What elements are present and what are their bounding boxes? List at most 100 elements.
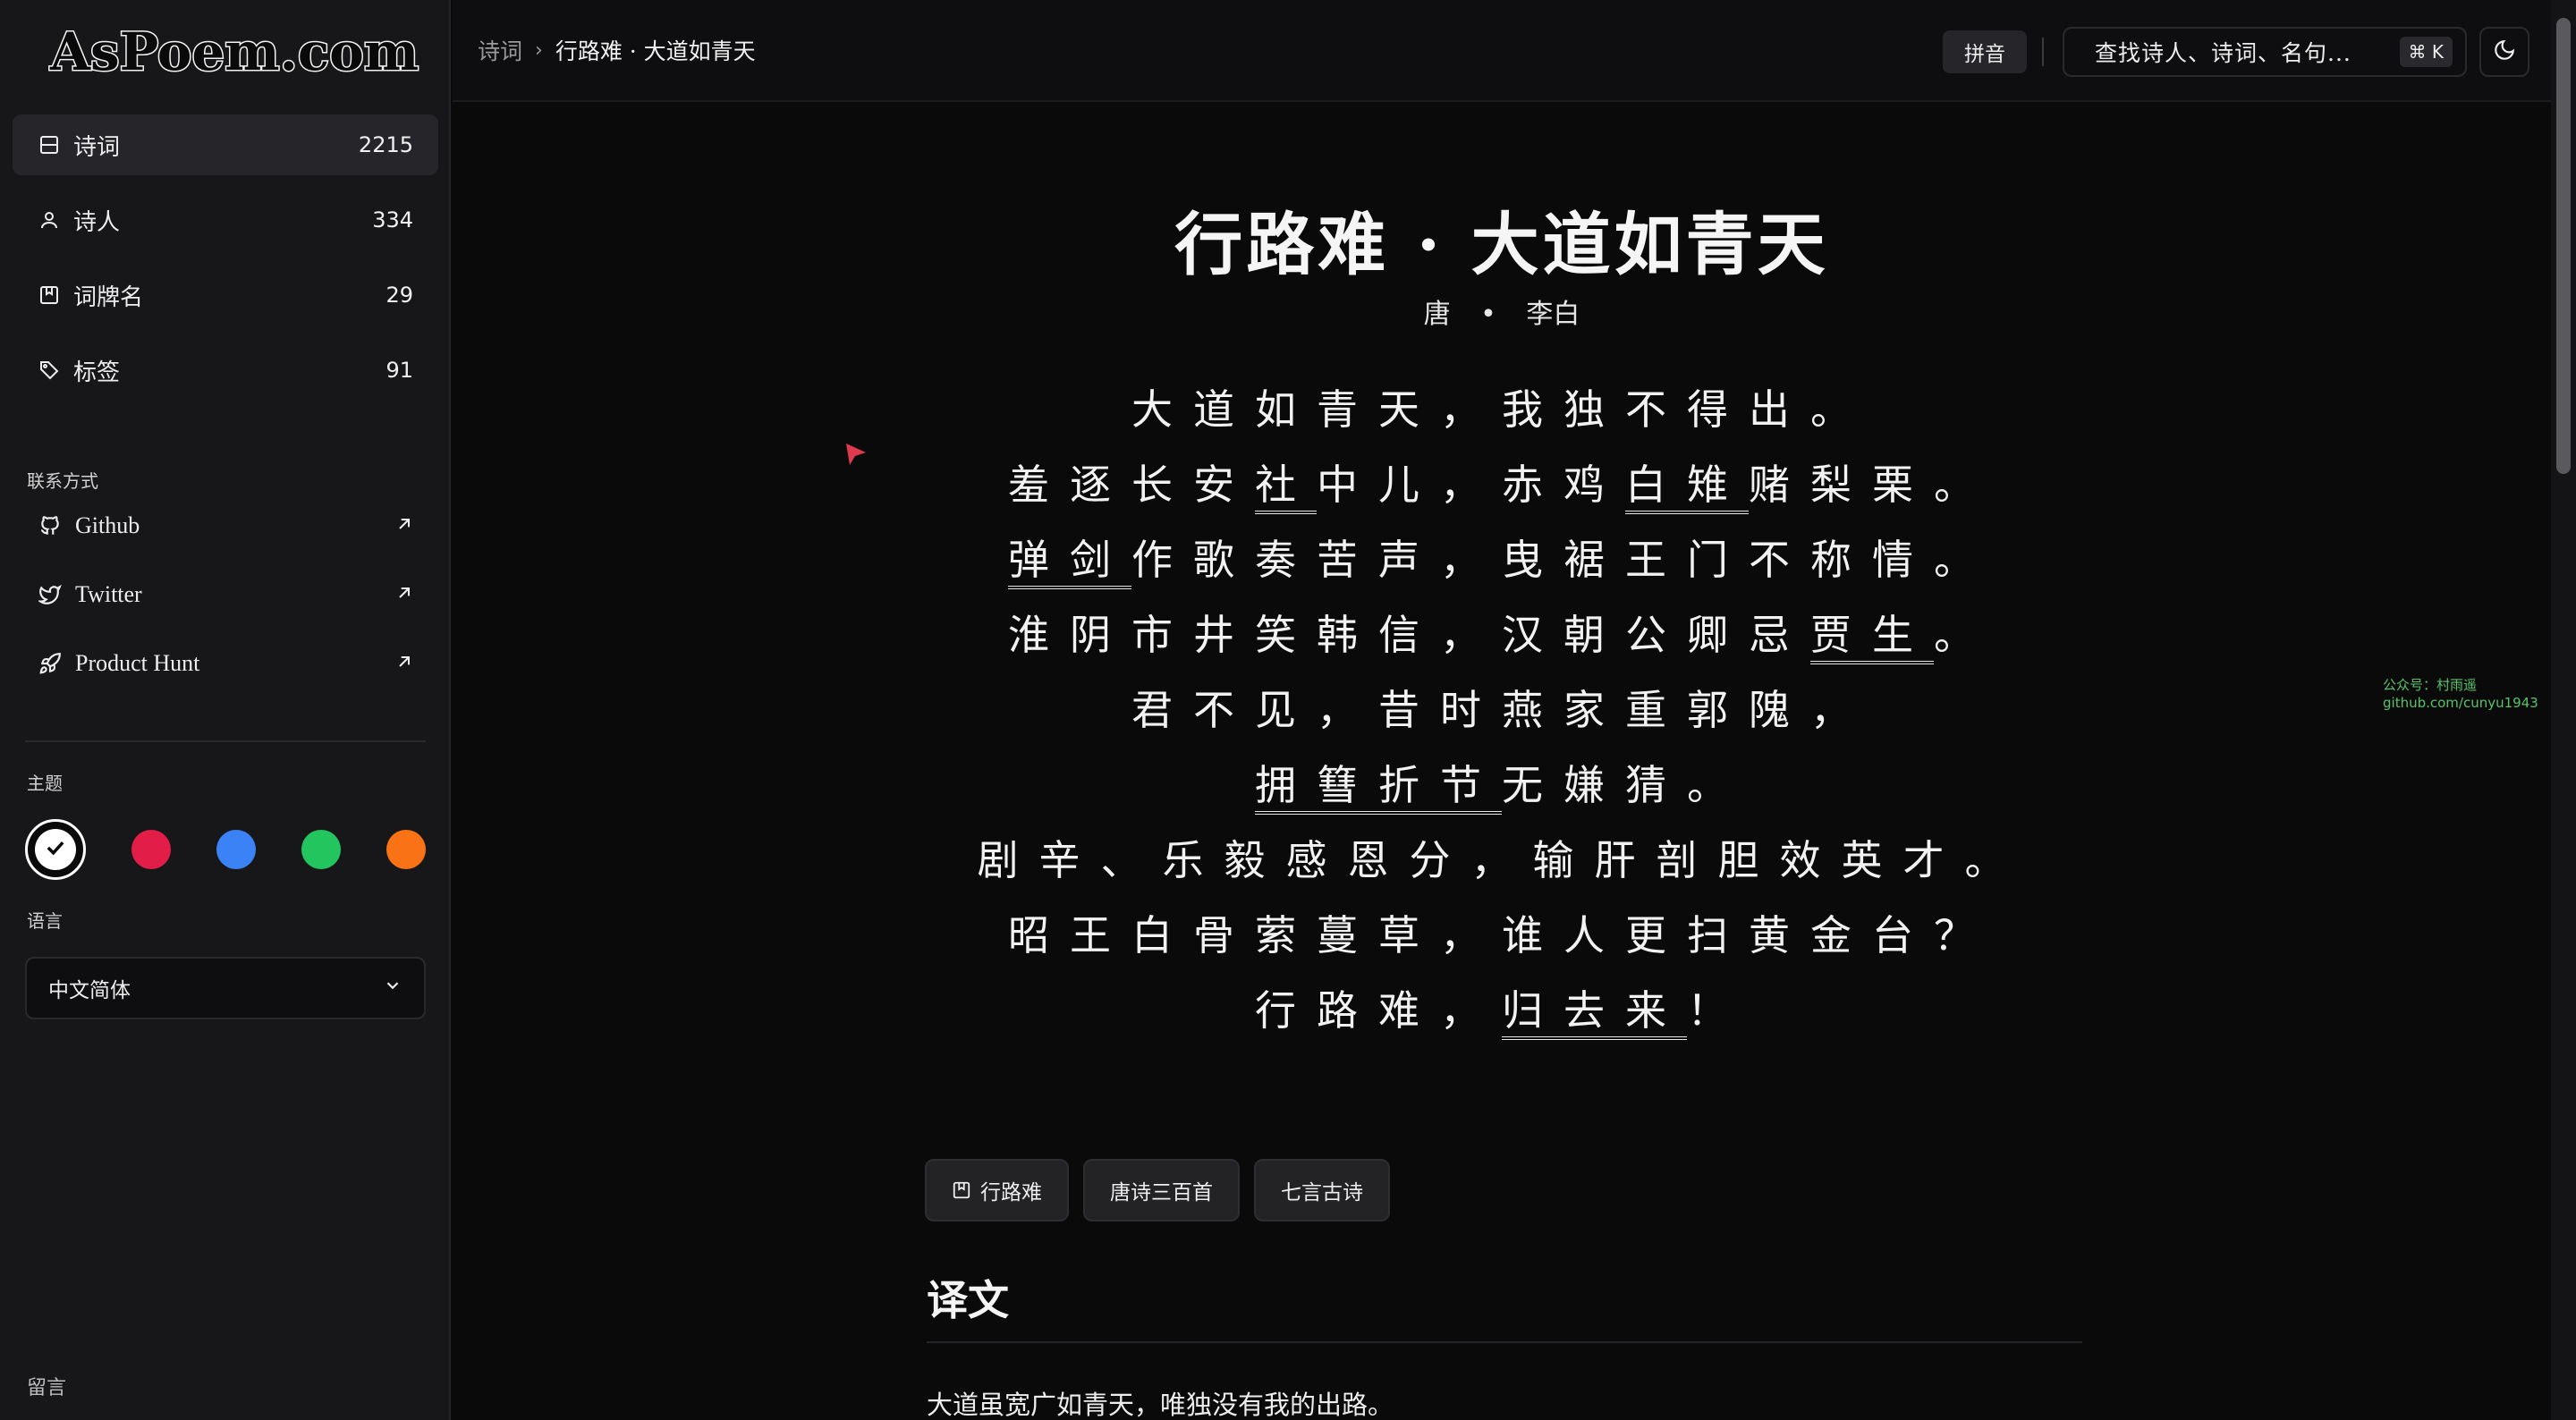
twitter-icon xyxy=(38,582,63,607)
sidebar-item-label: 标签 xyxy=(73,359,121,386)
poem-text: 羞逐长安 xyxy=(1008,461,1255,509)
poem-text: 。 xyxy=(1934,611,1996,659)
poem-line: 弹剑作歌奏苦声，曳裾王门不称情。 xyxy=(453,522,2551,597)
link-twitter[interactable]: Twitter xyxy=(13,568,438,621)
top-header: 诗词 › 行路难 · 大道如青天 拼音 查找诗人、诗词、名句... ⌘ K xyxy=(453,0,2551,102)
poem-dynasty[interactable]: 唐 xyxy=(1424,299,1451,330)
breadcrumb-root[interactable]: 诗词 xyxy=(478,34,522,66)
poem-line: 淮阴市井笑韩信，汉朝公卿忌贾生。 xyxy=(453,597,2551,672)
sidebar-item-count: 2215 xyxy=(358,132,413,157)
tag-label: 唐诗三百首 xyxy=(1110,1181,1213,1204)
breadcrumb-current: 行路难 · 大道如青天 xyxy=(555,38,756,64)
contact-links: Github Twitter Product Hunt xyxy=(13,499,438,706)
dark-mode-toggle[interactable] xyxy=(2479,27,2529,77)
link-github[interactable]: Github xyxy=(13,499,438,553)
tag-cipai[interactable]: 行路难 xyxy=(925,1159,1069,1221)
user-icon xyxy=(38,208,61,232)
language-value: 中文简体 xyxy=(48,979,131,1002)
poem-text: 作歌奏苦声，曳裾王门不称情。 xyxy=(1131,536,1996,584)
annotated-word[interactable]: 社 xyxy=(1255,461,1317,514)
annotated-word[interactable]: 归去来 xyxy=(1502,986,1687,1040)
theme-swatch-blue[interactable] xyxy=(216,830,256,869)
poem-line: 羞逐长安社中儿，赤鸡白雉赌梨栗。 xyxy=(453,447,2551,522)
sidebar-nav: 诗词 2215 诗人 334 词牌名 29 标签 91 xyxy=(13,114,438,415)
sidebar-item-poets[interactable]: 诗人 334 xyxy=(13,190,438,250)
tag-label: 行路难 xyxy=(980,1181,1042,1204)
theme-swatch-orange[interactable] xyxy=(386,830,426,869)
poem-line: 君不见，昔时燕家重郭隗， xyxy=(453,672,2551,748)
columns-icon xyxy=(38,133,61,156)
poem-text: ！ xyxy=(1687,986,1749,1035)
poem-body: 大道如青天，我独不得出。 羞逐长安社中儿，赤鸡白雉赌梨栗。 弹剑作歌奏苦声，曳裾王门… xyxy=(453,372,2551,1048)
theme-swatch-green[interactable] xyxy=(301,830,341,869)
poem-line: 昭王白骨萦蔓草，谁人更扫黄金台？ xyxy=(453,898,2551,973)
poem-text: 淮阴市井笑韩信，汉朝公卿忌 xyxy=(1008,611,1810,659)
theme-section-title: 主题 xyxy=(27,773,63,794)
tag-label: 七言古诗 xyxy=(1281,1181,1363,1204)
theme-swatch-white[interactable] xyxy=(25,819,86,880)
contact-section-title: 联系方式 xyxy=(27,470,98,492)
search-shortcut: ⌘ K xyxy=(2399,37,2453,67)
language-select[interactable]: 中文简体 xyxy=(25,957,426,1019)
tag-icon xyxy=(38,359,61,382)
tag-collection[interactable]: 唐诗三百首 xyxy=(1083,1159,1240,1221)
chevron-right-icon: › xyxy=(535,38,543,62)
bookmark-square-icon xyxy=(38,283,61,307)
header-divider xyxy=(2042,38,2044,66)
link-label: Product Hunt xyxy=(75,650,200,676)
poem-tags: 行路难 唐诗三百首 七言古诗 xyxy=(925,1159,1404,1221)
section-divider xyxy=(927,1341,2082,1343)
sidebar-item-poems[interactable]: 诗词 2215 xyxy=(13,114,438,175)
chevron-down-icon xyxy=(383,976,402,1001)
poem-author[interactable]: 李白 xyxy=(1526,299,1580,330)
sidebar-item-tags[interactable]: 标签 91 xyxy=(13,340,438,401)
watermark-line: 公众号：村雨遥 xyxy=(2383,677,2478,693)
watermark: 公众号：村雨遥 github.com/cunyu1943 xyxy=(2383,676,2538,712)
breadcrumb: 诗词 › 行路难 · 大道如青天 xyxy=(478,34,756,66)
moon-icon xyxy=(2493,38,2516,65)
poem-meta: 唐 • 李白 xyxy=(453,292,2551,331)
sidebar-item-cipai[interactable]: 词牌名 29 xyxy=(13,265,438,325)
theme-swatch-red[interactable] xyxy=(131,830,171,869)
poem-line: 行路难，归去来！ xyxy=(453,973,2551,1048)
tag-form[interactable]: 七言古诗 xyxy=(1254,1159,1390,1221)
meta-separator: • xyxy=(1480,299,1496,330)
poem-title: 行路难 · 大道如青天 xyxy=(1174,205,1829,284)
poem-line: 拥篲折节无嫌猜。 xyxy=(453,748,2551,823)
sidebar-item-count: 334 xyxy=(372,207,413,232)
annotated-word[interactable]: 折节 xyxy=(1378,761,1502,815)
annotated-word[interactable]: 白雉 xyxy=(1625,461,1749,514)
poem-text: 剧辛、乐毅感恩分，输肝剖胆效英才。 xyxy=(977,836,2027,884)
annotated-word[interactable]: 贾生 xyxy=(1810,611,1934,664)
arrow-up-right-icon xyxy=(395,650,413,677)
github-icon xyxy=(38,513,63,538)
search-placeholder: 查找诗人、诗词、名句... xyxy=(2095,40,2351,66)
translation-text: 大道虽宽广如青天，唯独没有我的出路。 xyxy=(927,1390,1394,1420)
poem-line: 大道如青天，我独不得出。 xyxy=(453,372,2551,447)
check-icon xyxy=(43,835,68,864)
sidebar-divider xyxy=(25,740,426,742)
rocket-icon xyxy=(38,651,63,676)
feedback-link[interactable]: 留言 xyxy=(27,1372,66,1400)
poem-text: 行路难， xyxy=(1255,986,1502,1035)
poem-text: 君不见，昔时燕家重郭隗， xyxy=(1131,686,1872,734)
poem-text: 中儿，赤鸡 xyxy=(1317,461,1625,509)
link-product-hunt[interactable]: Product Hunt xyxy=(13,637,438,690)
poem-text: 无嫌猜。 xyxy=(1502,761,1749,809)
arrow-up-right-icon xyxy=(395,512,413,539)
site-logo[interactable]: AsPoem.com xyxy=(48,21,419,84)
annotated-word[interactable]: 弹剑 xyxy=(1008,536,1131,589)
pinyin-toggle-button[interactable]: 拼音 xyxy=(1943,30,2027,73)
poem-line: 剧辛、乐毅感恩分，输肝剖胆效英才。 xyxy=(453,823,2551,898)
theme-swatches xyxy=(25,819,426,880)
poem-text: 昭王白骨萦蔓草，谁人更扫黄金台？ xyxy=(1008,911,1996,959)
main-content: 行路难 · 大道如青天 唐 • 李白 大道如青天，我独不得出。 羞逐长安社中儿，赤… xyxy=(453,104,2551,1420)
annotated-word[interactable]: 拥篲 xyxy=(1255,761,1378,815)
link-label: Github xyxy=(75,512,140,538)
arrow-up-right-icon xyxy=(395,581,413,608)
translation-heading: 译文 xyxy=(927,1276,1009,1324)
scrollbar-thumb[interactable] xyxy=(2556,18,2571,474)
language-section-title: 语言 xyxy=(27,910,63,932)
sidebar-item-label: 词牌名 xyxy=(73,283,144,311)
search-input[interactable]: 查找诗人、诗词、名句... ⌘ K xyxy=(2063,27,2467,77)
